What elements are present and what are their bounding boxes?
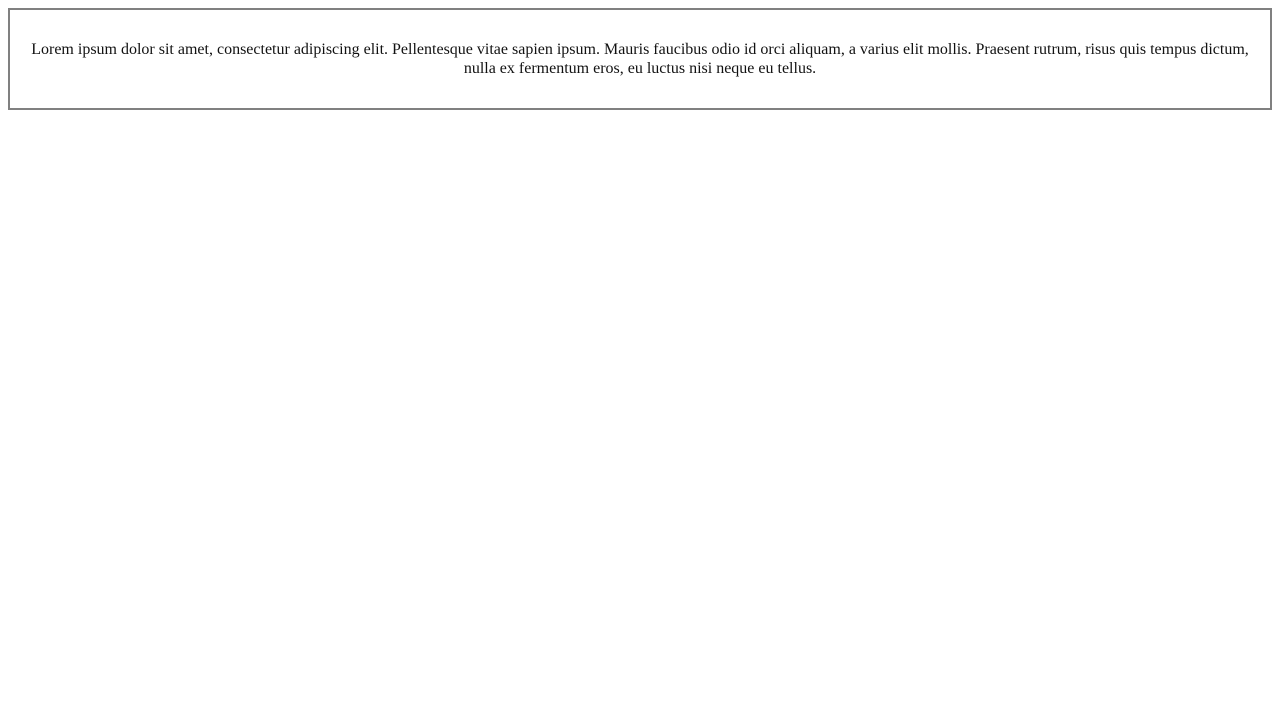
content-container: Lorem ipsum dolor sit amet, consectetur … — [8, 8, 1272, 110]
body-paragraph: Lorem ipsum dolor sit amet, consectetur … — [24, 40, 1256, 78]
